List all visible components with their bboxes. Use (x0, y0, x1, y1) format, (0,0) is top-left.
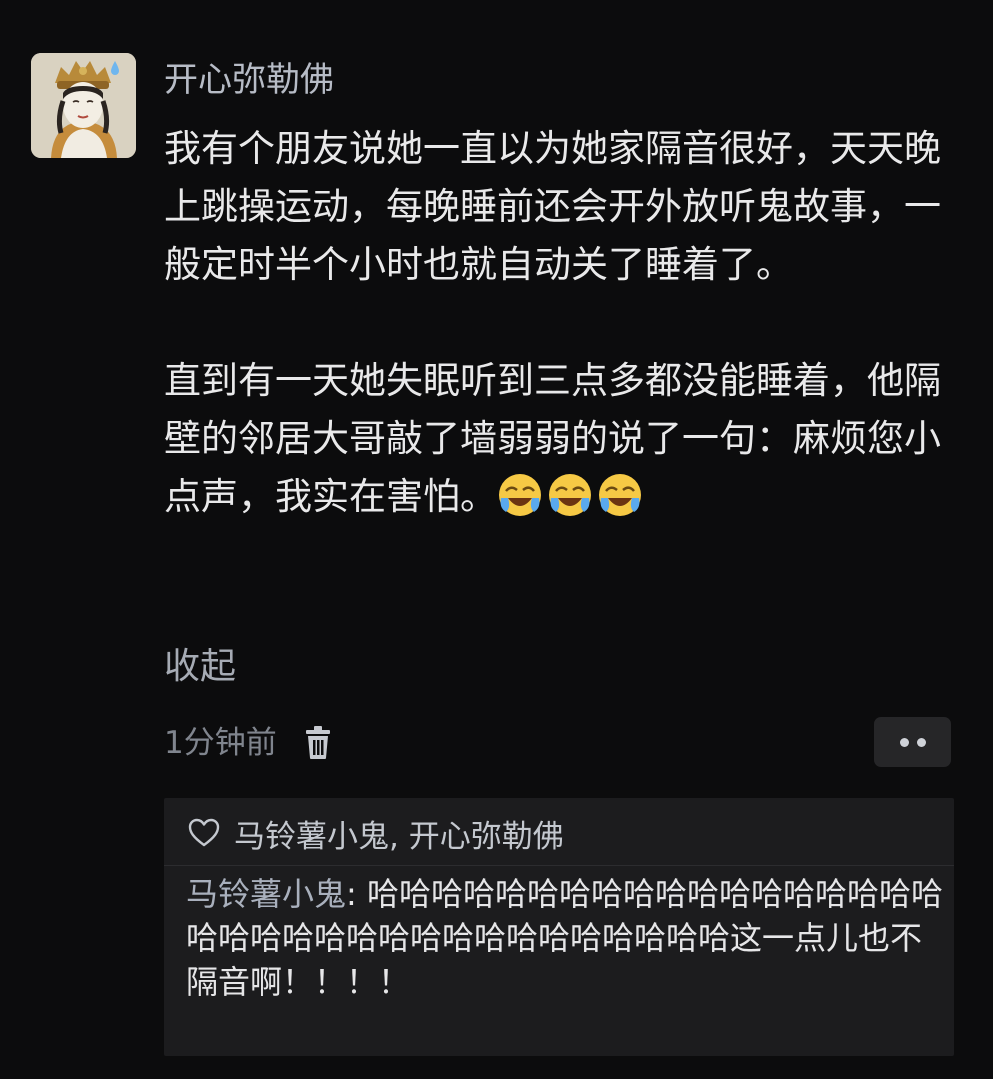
reply-box: 马铃薯小鬼, 开心弥勒佛 马铃薯小鬼: 哈哈哈哈哈哈哈哈哈哈哈哈哈哈哈哈哈哈哈哈… (164, 798, 954, 1056)
comment-paragraph-2: 直到有一天她失眠听到三点多都没能睡着，他隔壁的邻居大哥敲了墙弱弱的说了一句：麻烦… (164, 352, 954, 526)
heart-outline-icon[interactable] (188, 818, 220, 848)
crying-laughing-emoji (497, 472, 543, 518)
reply-separator: : (346, 875, 367, 913)
comment-body: 我有个朋友说她一直以为她家隔音很好，天天晚上跳操运动，每晚睡前还会开外放听鬼故事… (164, 120, 954, 526)
comment-meta: 1分钟前 (164, 718, 333, 768)
reply-comment: 马铃薯小鬼: 哈哈哈哈哈哈哈哈哈哈哈哈哈哈哈哈哈哈哈哈哈哈哈哈哈哈哈哈哈哈哈哈哈… (186, 872, 946, 1004)
more-dots-icon (899, 737, 909, 747)
divider (164, 865, 954, 866)
avatar[interactable] (31, 53, 136, 158)
username[interactable]: 开心弥勒佛 (164, 56, 334, 104)
trash-icon[interactable] (303, 726, 333, 760)
crying-laughing-emoji (597, 472, 643, 518)
more-button[interactable] (874, 717, 951, 767)
collapse-button[interactable]: 收起 (164, 640, 236, 694)
comment-paragraph-1: 我有个朋友说她一直以为她家隔音很好，天天晚上跳操运动，每晚睡前还会开外放听鬼故事… (164, 127, 941, 286)
likers-list[interactable]: 马铃薯小鬼, 开心弥勒佛 (234, 811, 564, 856)
bodhisattva-avatar-image (31, 53, 136, 158)
likes-row: 马铃薯小鬼, 开心弥勒佛 (188, 808, 564, 858)
crying-laughing-emoji (547, 472, 593, 518)
more-dots-icon (916, 737, 926, 747)
reply-author[interactable]: 马铃薯小鬼 (186, 875, 346, 913)
timestamp: 1分钟前 (164, 725, 277, 761)
